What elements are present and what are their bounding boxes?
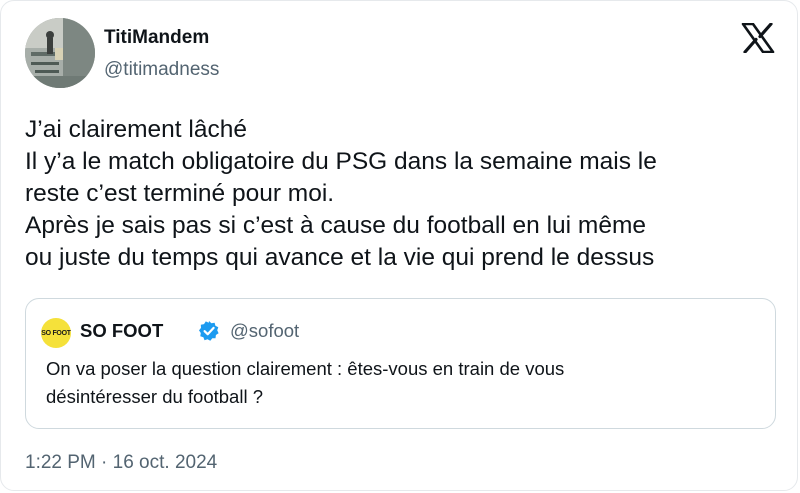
tweet-text: J’ai clairement lâché Il y’a le match ob… [25, 114, 785, 274]
quoted-text-line: désintéresser du football ? [46, 386, 263, 407]
tweet-text-line: J’ai clairement lâché [25, 116, 247, 143]
author-handle[interactable]: @titimadness [104, 58, 219, 82]
tweet-text-line: ou juste du temps qui avance et la vie q… [25, 244, 655, 271]
tweet-card: TitiMandem @titimadness J’ai clairement … [0, 0, 798, 491]
avatar-photo-icon [25, 18, 95, 88]
tweet-timestamp[interactable]: 1:22 PM · 16 oct. 2024 [25, 451, 217, 475]
quoted-avatar-logo-text: SO FOOT [41, 329, 71, 337]
quoted-tweet-text: On va poser la question clairement : ête… [46, 355, 756, 411]
quoted-author-name[interactable]: SO FOOT [80, 319, 163, 343]
author-avatar[interactable] [25, 18, 95, 88]
x-logo-icon[interactable] [741, 23, 775, 53]
author-name[interactable]: TitiMandem [104, 26, 209, 50]
tweet-text-line: Il y’a le match obligatoire du PSG dans … [25, 148, 657, 175]
quoted-author-handle[interactable]: @sofoot [230, 319, 299, 343]
quoted-text-line: On va poser la question clairement : ête… [46, 358, 565, 379]
tweet-text-line: Après je sais pas si c’est à cause du fo… [25, 212, 646, 239]
verified-badge-icon [199, 321, 219, 341]
quoted-tweet[interactable]: SO FOOT SO FOOT @sofoot On va poser la q… [25, 298, 776, 429]
quoted-author-avatar[interactable]: SO FOOT [41, 318, 71, 348]
tweet-text-line: reste c’est terminé pour moi. [25, 180, 335, 207]
